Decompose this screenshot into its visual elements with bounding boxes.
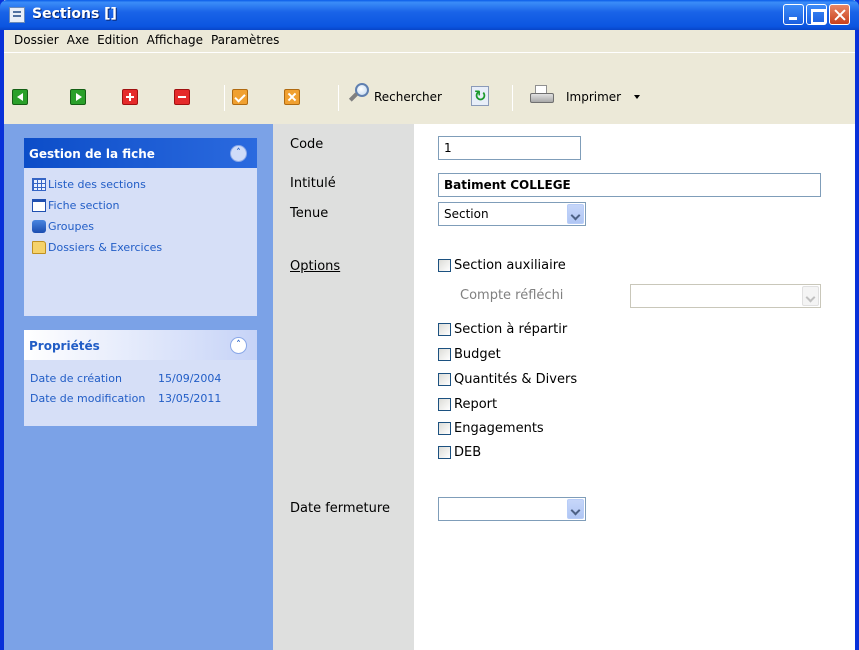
search-button[interactable]: Rechercher	[374, 90, 442, 104]
prop-value: 13/05/2011	[158, 391, 222, 405]
checkbox[interactable]	[438, 348, 451, 361]
compte-reflechi-select	[630, 284, 821, 308]
printer-icon[interactable]	[530, 85, 554, 105]
checkbox[interactable]	[438, 398, 451, 411]
menu-affichage[interactable]: Affichage	[143, 33, 207, 47]
previous-icon[interactable]	[12, 89, 28, 105]
budget-checkbox-row[interactable]: Budget	[438, 347, 501, 362]
prop-key: Date de modification	[30, 391, 146, 405]
menu-bar: Dossier Axe Edition Affichage Paramètres	[8, 30, 851, 50]
proprietes-panel-header[interactable]: Propriétés ˄	[24, 330, 257, 360]
menu-axe[interactable]: Axe	[63, 33, 93, 47]
task-fiche-section[interactable]: Fiche section	[32, 195, 257, 216]
prop-key: Date de création	[30, 371, 122, 385]
group-icon	[32, 220, 46, 233]
toolbar-separator	[224, 85, 225, 111]
engagements-checkbox-row[interactable]: Engagements	[438, 421, 544, 436]
print-dropdown-icon[interactable]	[634, 95, 640, 99]
menu-dossier[interactable]: Dossier	[10, 33, 63, 47]
gestion-panel: Gestion de la fiche ˄ Liste des sections…	[24, 138, 257, 316]
validate-icon[interactable]	[232, 89, 248, 105]
gestion-panel-title: Gestion de la fiche	[29, 147, 155, 161]
prop-value: 15/09/2004	[158, 371, 222, 385]
prop-row-creation: Date de création 15/09/2004	[30, 368, 257, 388]
date-fermeture-label: Date fermeture	[290, 501, 390, 516]
collapse-icon[interactable]: ˄	[230, 145, 247, 162]
proprietes-panel-title: Propriétés	[29, 339, 100, 353]
toolbar-separator	[338, 85, 339, 111]
print-button[interactable]: Imprimer	[566, 90, 621, 104]
tenue-value: Section	[444, 207, 489, 221]
checkbox[interactable]	[438, 323, 451, 336]
task-groupes[interactable]: Groupes	[32, 216, 257, 237]
checkbox[interactable]	[438, 259, 451, 272]
checkbox-label: Budget	[454, 347, 501, 362]
task-label: Fiche section	[48, 199, 120, 212]
checkbox[interactable]	[438, 422, 451, 435]
report-checkbox-row[interactable]: Report	[438, 397, 497, 412]
grid-icon	[32, 178, 46, 191]
add-icon[interactable]	[122, 89, 138, 105]
chevron-down-icon[interactable]	[567, 499, 584, 519]
form-icon	[32, 199, 46, 212]
task-pane: Gestion de la fiche ˄ Liste des sections…	[4, 124, 273, 650]
folder-icon	[32, 241, 46, 254]
proprietes-panel: Propriétés ˄ Date de création 15/09/2004 …	[24, 330, 257, 426]
search-icon[interactable]	[348, 83, 370, 105]
tenue-label: Tenue	[290, 206, 329, 221]
checkbox-label: Engagements	[454, 421, 544, 436]
gestion-panel-header[interactable]: Gestion de la fiche ˄	[24, 138, 257, 168]
delete-icon[interactable]	[174, 89, 190, 105]
chevron-down-icon[interactable]	[567, 204, 584, 224]
checkbox-label: Quantités & Divers	[454, 372, 578, 387]
tenue-select[interactable]: Section	[438, 202, 586, 226]
menu-edition[interactable]: Edition	[93, 33, 143, 47]
close-button[interactable]	[829, 4, 850, 25]
menu-parametres[interactable]: Paramètres	[207, 33, 283, 47]
task-liste-sections[interactable]: Liste des sections	[32, 174, 257, 195]
options-link[interactable]: Options	[290, 259, 340, 274]
intitule-label: Intitulé	[290, 176, 336, 191]
checkbox-label: Report	[454, 397, 498, 412]
maximize-button[interactable]	[806, 4, 827, 25]
checkbox-label: DEB	[454, 445, 482, 460]
deb-checkbox-row[interactable]: DEB	[438, 445, 481, 460]
task-label: Dossiers & Exercices	[48, 241, 163, 254]
title-bar: Sections []	[0, 0, 859, 30]
checkbox-label: Section à répartir	[454, 322, 568, 337]
refresh-icon[interactable]	[471, 86, 489, 106]
next-icon[interactable]	[70, 89, 86, 105]
intitule-field[interactable]: Batiment COLLEGE	[438, 173, 821, 197]
window-title: Sections []	[32, 6, 117, 22]
minimize-button[interactable]	[783, 4, 804, 25]
prop-row-modification: Date de modification 13/05/2011	[30, 388, 257, 408]
date-fermeture-select[interactable]	[438, 497, 586, 521]
label-column	[273, 124, 414, 650]
task-dossiers-exercices[interactable]: Dossiers & Exercices	[32, 237, 257, 258]
checkbox-label: Section auxiliaire	[454, 258, 566, 273]
chevron-down-icon	[802, 286, 819, 306]
gestion-panel-body: Liste des sections Fiche section Groupes…	[24, 168, 257, 258]
task-label: Liste des sections	[48, 178, 146, 191]
task-label: Groupes	[48, 220, 94, 233]
checkbox[interactable]	[438, 446, 451, 459]
checkbox[interactable]	[438, 373, 451, 386]
toolbar-separator	[512, 85, 513, 111]
section-repartir-checkbox-row[interactable]: Section à répartir	[438, 322, 567, 337]
compte-reflechi-label: Compte réfléchi	[460, 288, 564, 303]
proprietes-panel-body: Date de création 15/09/2004 Date de modif…	[24, 360, 257, 408]
toolbar: Rechercher Imprimer	[4, 52, 855, 114]
code-field[interactable]: 1	[438, 136, 581, 160]
collapse-icon[interactable]: ˄	[230, 337, 247, 354]
window-icon	[9, 7, 25, 23]
section-auxiliaire-checkbox-row[interactable]: Section auxiliaire	[438, 258, 566, 273]
cancel-icon[interactable]	[284, 89, 300, 105]
code-label: Code	[290, 137, 324, 152]
quantites-divers-checkbox-row[interactable]: Quantités & Divers	[438, 372, 577, 387]
